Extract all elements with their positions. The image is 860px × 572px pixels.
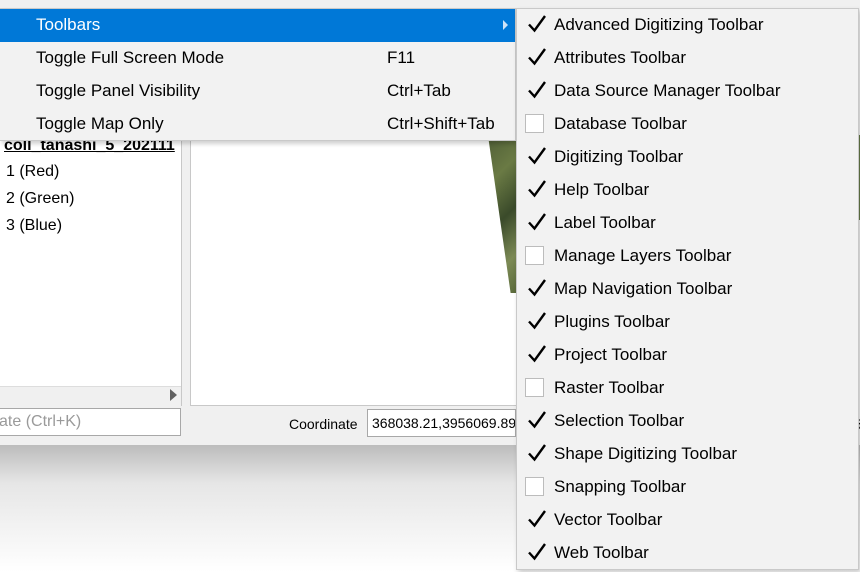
toolbar-toggle-label: Vector Toolbar [554,510,663,529]
toolbar-toggle-plugins-toolbar[interactable]: Plugins Toolbar [517,306,858,339]
toolbar-toggle-shape-digitizing-toolbar[interactable]: Shape Digitizing Toolbar [517,438,858,471]
checkmark-icon [528,411,546,429]
checkmark-icon [528,543,546,561]
toolbar-toggle-label: Plugins Toolbar [554,312,670,331]
submenu-arrow-icon [503,20,508,30]
toolbar-toggle-advanced-digitizing-toolbar[interactable]: Advanced Digitizing Toolbar [517,9,858,42]
toolbar-toggle-label: Manage Layers Toolbar [554,246,732,265]
menu-item-label: Toggle Panel Visibility [36,81,201,100]
band-green[interactable]: 2 (Green) [6,190,74,208]
menu-item-shortcut: Ctrl+Shift+Tab [387,114,495,133]
layers-panel: coll_tanashi_5_202111 1 (Red) 2 (Green) … [0,135,182,406]
coordinate-field[interactable]: 368038.21,3956069.89 [367,409,516,437]
coordinate-label: Coordinate [289,416,358,432]
menu-item-shortcut: F11 [387,48,416,67]
toolbar-toggle-label: Label Toolbar [554,213,656,232]
toolbar-toggle-manage-layers-toolbar[interactable]: Manage Layers Toolbar [517,240,858,273]
menu-item-label: Toolbars [36,15,101,34]
toolbar-toggle-label: Raster Toolbar [554,378,665,397]
menu-item-toggle-panel-visibility[interactable]: Toggle Panel Visibility Ctrl+Tab [0,75,515,108]
menu-item-label: Toggle Map Only [36,114,164,133]
checkmark-icon [528,444,546,462]
toolbar-toggle-database-toolbar[interactable]: Database Toolbar [517,108,858,141]
toolbar-toggle-map-navigation-toolbar[interactable]: Map Navigation Toolbar [517,273,858,306]
toolbar-toggle-data-source-manager-toolbar[interactable]: Data Source Manager Toolbar [517,75,858,108]
toolbar-toggle-label: Selection Toolbar [554,411,685,430]
checkmark-icon [528,213,546,231]
toolbar-toggle-vector-toolbar[interactable]: Vector Toolbar [517,504,858,537]
empty-checkbox-icon [525,378,544,397]
toolbar-toggle-web-toolbar[interactable]: Web Toolbar [517,537,858,570]
menu-item-toolbars[interactable]: Toolbars [0,9,515,42]
checkmark-icon [528,312,546,330]
toolbar-toggle-label: Attributes Toolbar [554,48,686,67]
toolbar-toggle-label-toolbar[interactable]: Label Toolbar [517,207,858,240]
toolbar-toggle-raster-toolbar[interactable]: Raster Toolbar [517,372,858,405]
checkmark-icon [528,48,546,66]
toolbar-toggle-help-toolbar[interactable]: Help Toolbar [517,174,858,207]
toolbars-submenu: Advanced Digitizing Toolbar Attributes To… [516,8,859,570]
toolbar-toggle-attributes-toolbar[interactable]: Attributes Toolbar [517,42,858,75]
toolbar-toggle-snapping-toolbar[interactable]: Snapping Toolbar [517,471,858,504]
empty-checkbox-icon [525,114,544,133]
locator-search-input[interactable]: ate (Ctrl+K) [0,408,181,436]
checkmark-icon [528,510,546,528]
toolbar-toggle-selection-toolbar[interactable]: Selection Toolbar [517,405,858,438]
locator-placeholder: ate (Ctrl+K) [0,413,82,430]
band-red[interactable]: 1 (Red) [6,163,59,181]
toolbar-toggle-digitizing-toolbar[interactable]: Digitizing Toolbar [517,141,858,174]
toolbar-toggle-label: Digitizing Toolbar [554,147,684,166]
checkmark-icon [528,15,546,33]
checkmark-icon [528,279,546,297]
view-menu: Toolbars Toggle Full Screen Mode F11 Tog… [0,8,516,141]
scroll-right-arrow-icon[interactable] [170,389,177,401]
toolbar-toggle-label: Project Toolbar [554,345,668,364]
toolbar-toggle-label: Snapping Toolbar [554,477,687,496]
toolbar-toggle-label: Advanced Digitizing Toolbar [554,15,764,34]
menu-item-toggle-full-screen[interactable]: Toggle Full Screen Mode F11 [0,42,515,75]
menu-item-toggle-map-only[interactable]: Toggle Map Only Ctrl+Shift+Tab [0,108,515,141]
layers-horizontal-scrollbar[interactable] [0,386,181,406]
toolbar-toggle-label: Shape Digitizing Toolbar [554,444,738,463]
checkmark-icon [528,147,546,165]
band-blue[interactable]: 3 (Blue) [6,217,62,235]
checkmark-icon [528,345,546,363]
menu-item-shortcut: Ctrl+Tab [387,81,451,100]
checkmark-icon [528,81,546,99]
empty-checkbox-icon [525,246,544,265]
empty-checkbox-icon [525,477,544,496]
toolbar-toggle-label: Database Toolbar [554,114,687,133]
map-canvas[interactable] [190,135,517,406]
menu-item-label: Toggle Full Screen Mode [36,48,225,67]
toolbar-toggle-label: Help Toolbar [554,180,650,199]
toolbar-toggle-project-toolbar[interactable]: Project Toolbar [517,339,858,372]
checkmark-icon [528,180,546,198]
toolbar-toggle-label: Web Toolbar [554,543,649,562]
toolbar-toggle-label: Data Source Manager Toolbar [554,81,781,100]
toolbar-toggle-label: Map Navigation Toolbar [554,279,733,298]
